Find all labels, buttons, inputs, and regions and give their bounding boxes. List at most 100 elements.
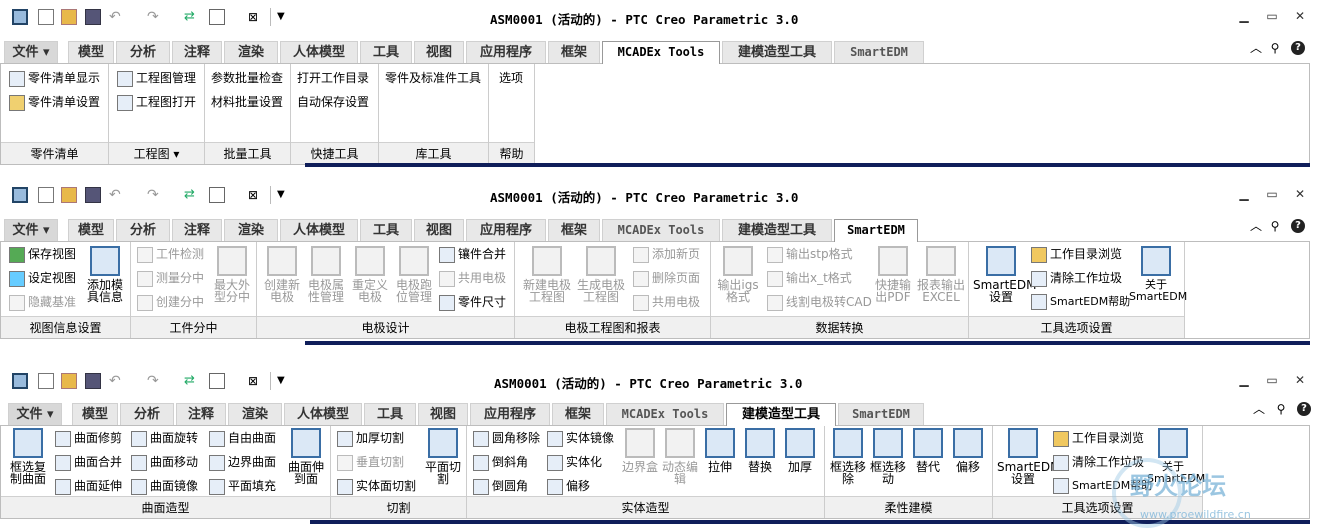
tab-applications[interactable]: 应用程序 (466, 219, 546, 241)
tab-analysis[interactable]: 分析 (116, 41, 170, 63)
export-pdf-button[interactable]: 快捷输出PDF (871, 246, 915, 303)
vertical-cut-button[interactable]: 垂直切割 (337, 452, 404, 472)
delete-page-button[interactable]: 删除页面 (633, 268, 700, 288)
surface-mirror-button[interactable]: 曲面镜像 (131, 476, 198, 496)
close-icon[interactable]: ✕ (1293, 187, 1307, 201)
regenerate-icon[interactable]: ⇄ (184, 373, 200, 389)
tab-view[interactable]: 视图 (414, 219, 464, 241)
tab-model[interactable]: 模型 (68, 219, 114, 241)
surface-extend-to-face-button[interactable]: 曲面伸到面 (285, 428, 327, 485)
insert-merge-button[interactable]: 镶件合并 (439, 244, 506, 264)
tab-modeling-tools[interactable]: 建模造型工具 (726, 403, 836, 426)
tab-analysis[interactable]: 分析 (116, 219, 170, 241)
part-list-display-button[interactable]: 零件清单显示 (9, 68, 100, 88)
save-icon[interactable] (85, 187, 101, 203)
minimize-icon[interactable]: ▁ (1237, 9, 1251, 23)
surface-rotate-button[interactable]: 曲面旋转 (131, 428, 198, 448)
save-icon[interactable] (85, 373, 101, 389)
workpiece-check-button[interactable]: 工件检测 (137, 244, 204, 264)
tab-applications[interactable]: 应用程序 (466, 41, 546, 63)
redo-icon[interactable]: ↷ (147, 373, 163, 389)
help-icon[interactable]: ? (1297, 402, 1311, 416)
windows-icon[interactable] (209, 373, 225, 389)
regenerate-icon[interactable]: ⇄ (184, 9, 200, 25)
redo-icon[interactable]: ↷ (147, 9, 163, 25)
smartedm-settings-button[interactable]: SmartEDM设置 (973, 246, 1036, 303)
thicken-button[interactable]: 加厚 (781, 428, 819, 473)
shared-electrode-button[interactable]: 共用电极 (439, 268, 506, 288)
tab-smartedm[interactable]: SmartEDM (834, 41, 924, 63)
plane-fill-button[interactable]: 平面填充 (209, 476, 276, 496)
surface-move-button[interactable]: 曲面移动 (131, 452, 198, 472)
tab-manikin[interactable]: 人体模型 (280, 41, 358, 63)
undo-icon[interactable]: ↶ (109, 373, 125, 389)
solidify-button[interactable]: 实体化 (547, 452, 602, 472)
add-mold-info-button[interactable]: 添加模具信息 (83, 246, 127, 303)
search-icon[interactable]: ⚲ (1274, 402, 1288, 416)
free-surface-button[interactable]: 自由曲面 (209, 428, 276, 448)
undo-icon[interactable]: ↶ (109, 187, 125, 203)
maximize-icon[interactable]: ▭ (1265, 9, 1279, 23)
regenerate-icon[interactable]: ⇄ (184, 187, 200, 203)
export-stp-button[interactable]: 输出stp格式 (767, 244, 853, 264)
tab-framework[interactable]: 框架 (552, 403, 604, 425)
tab-annotate[interactable]: 注释 (176, 403, 226, 425)
surface-merge-button[interactable]: 曲面合并 (55, 452, 122, 472)
tab-manikin[interactable]: 人体模型 (284, 403, 362, 425)
about-smartedm-button[interactable]: 关于SmartEDM (1129, 246, 1187, 303)
thicken-cut-button[interactable]: 加厚切割 (337, 428, 404, 448)
tab-model[interactable]: 模型 (68, 41, 114, 63)
collapse-ribbon-icon[interactable]: ︿ (1249, 219, 1263, 233)
options-button[interactable]: 选项 (499, 68, 523, 88)
material-batch-set-button[interactable]: 材料批量设置 (211, 92, 283, 112)
tab-view[interactable]: 视图 (418, 403, 468, 425)
tab-manikin[interactable]: 人体模型 (280, 219, 358, 241)
export-igs-button[interactable]: 输出igs格式 (715, 246, 761, 303)
set-view-button[interactable]: 设定视图 (9, 268, 76, 288)
search-icon[interactable]: ⚲ (1268, 219, 1282, 233)
extrude-button[interactable]: 拉伸 (701, 428, 739, 473)
measure-center-button[interactable]: 测量分中 (137, 268, 204, 288)
auto-save-settings-button[interactable]: 自动保存设置 (297, 92, 369, 112)
customize-icon[interactable]: ▼ (277, 187, 293, 203)
tab-annotate[interactable]: 注释 (172, 41, 222, 63)
close-icon[interactable]: ✕ (1293, 373, 1307, 387)
search-icon[interactable]: ⚲ (1268, 41, 1282, 55)
tab-framework[interactable]: 框架 (548, 41, 600, 63)
help-icon[interactable]: ? (1291, 41, 1305, 55)
create-electrode-button[interactable]: 创建新电极 (261, 246, 303, 303)
open-working-dir-button[interactable]: 打开工作目录 (297, 68, 369, 88)
smartedm-settings-button[interactable]: SmartEDM设置 (997, 428, 1060, 485)
open-icon[interactable] (61, 9, 77, 25)
tab-model[interactable]: 模型 (72, 403, 118, 425)
tab-smartedm[interactable]: SmartEDM (834, 219, 918, 242)
app-icon[interactable] (12, 373, 28, 389)
tab-mcadex-tools[interactable]: MCADEx Tools (602, 219, 720, 241)
maximize-icon[interactable]: ▭ (1265, 373, 1279, 387)
help-icon[interactable]: ? (1291, 219, 1305, 233)
tab-tools[interactable]: 工具 (364, 403, 416, 425)
bounding-box-button[interactable]: 边界盒 (621, 428, 659, 473)
windows-icon[interactable] (209, 9, 225, 25)
tab-modeling-tools[interactable]: 建模造型工具 (722, 219, 832, 241)
collapse-ribbon-icon[interactable]: ︿ (1252, 402, 1266, 416)
smartedm-help-button[interactable]: SmartEDM帮助 (1031, 292, 1130, 312)
collapse-ribbon-icon[interactable]: ︿ (1249, 41, 1263, 55)
tab-render[interactable]: 渲染 (228, 403, 282, 425)
gen-electrode-drawing-button[interactable]: 生成电极工程图 (575, 246, 627, 303)
redefine-electrode-button[interactable]: 重定义电极 (349, 246, 391, 303)
standard-parts-tool-button[interactable]: 零件及标准件工具 (385, 68, 481, 88)
app-icon[interactable] (12, 9, 28, 25)
tab-file[interactable]: 文件 ▾ (4, 219, 58, 241)
windows-icon[interactable] (209, 187, 225, 203)
undo-icon[interactable]: ↶ (109, 9, 125, 25)
substitute-button[interactable]: 替代 (909, 428, 947, 473)
browse-working-dir-button[interactable]: 工作目录浏览 (1031, 244, 1122, 264)
tab-smartedm[interactable]: SmartEDM (838, 403, 924, 425)
box-remove-button[interactable]: 框选移除 (829, 428, 867, 485)
tab-tools[interactable]: 工具 (360, 219, 412, 241)
solid-face-cut-button[interactable]: 实体面切割 (337, 476, 416, 496)
close-window-icon[interactable]: ⊠ (248, 187, 264, 203)
tab-tools[interactable]: 工具 (360, 41, 412, 63)
tab-file[interactable]: 文件 ▾ (4, 41, 58, 63)
